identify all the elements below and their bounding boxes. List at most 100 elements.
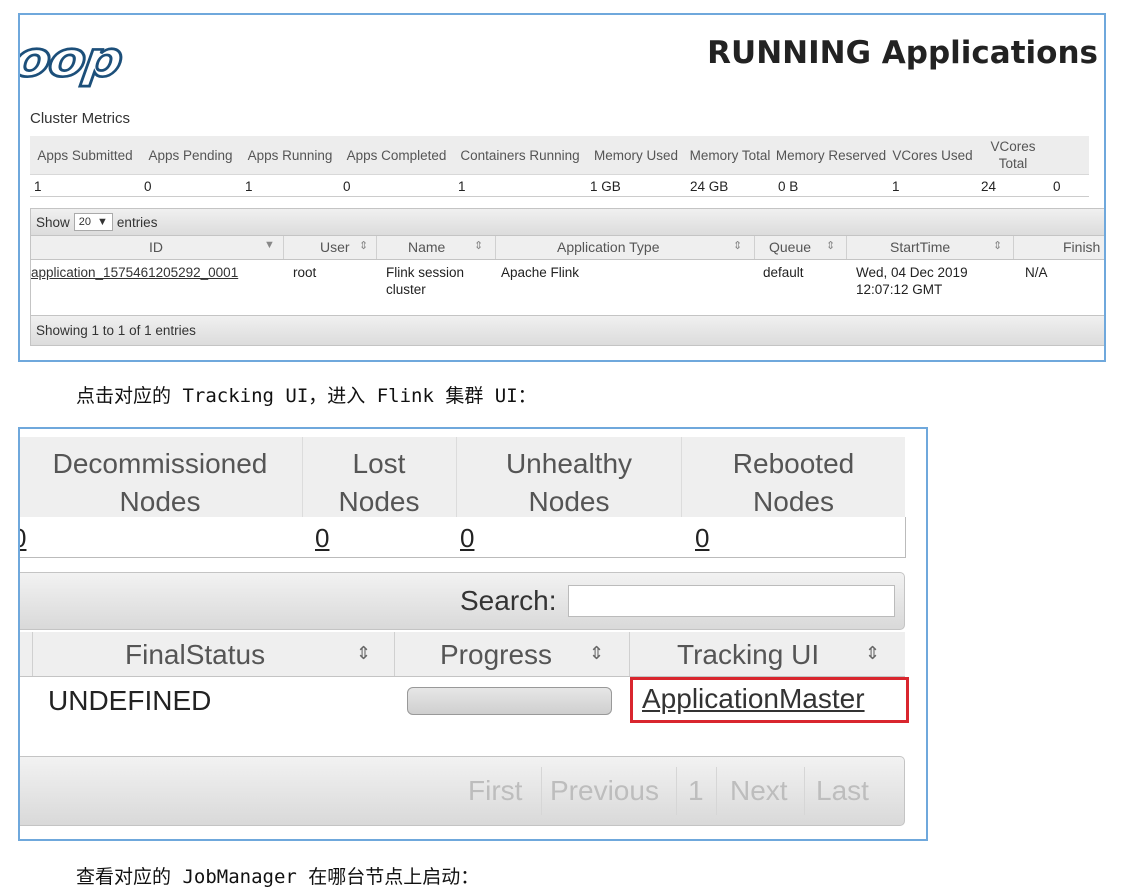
queue-cell: default: [763, 265, 804, 280]
cluster-metrics-heading: Cluster Metrics: [30, 110, 131, 127]
lost-nodes-header: Lost Nodes: [303, 445, 455, 521]
column-divider: [1013, 236, 1014, 259]
sort-icon: ⇕: [356, 643, 372, 663]
node-metrics-header: Decommissioned Nodes Lost Nodes Unhealth…: [20, 437, 905, 517]
col-queue[interactable]: Queue: [769, 239, 811, 255]
col-id[interactable]: ID: [149, 239, 163, 255]
yarn-tracking-ui-screenshot: Decommissioned Nodes Lost Nodes Unhealth…: [18, 427, 928, 841]
metrics-col-containers-running: Containers Running: [454, 136, 586, 175]
search-label: Search:: [460, 585, 557, 616]
metrics-col-apps-running: Apps Running: [241, 136, 339, 175]
header-line: Nodes: [338, 486, 420, 517]
applications-header-row: ID ▼ User ⇕ Name ⇕ Application Type ⇕ Qu…: [31, 236, 1104, 260]
table-info-bar: Showing 1 to 1 of 1 entries: [31, 315, 1104, 345]
decommissioned-nodes-link[interactable]: 0: [20, 523, 26, 554]
metrics-value: 24 GB: [686, 174, 774, 197]
application-master-link[interactable]: ApplicationMaster: [642, 683, 865, 715]
metrics-value: 0: [140, 174, 241, 197]
yarn-running-apps-screenshot: oop RUNNING Applications Cluster Metrics…: [18, 13, 1106, 362]
column-divider: [32, 632, 33, 676]
cluster-metrics-table: Apps Submitted Apps Pending Apps Running…: [30, 136, 1089, 197]
metrics-value: 24: [977, 174, 1049, 197]
sort-icon: ⇕: [589, 643, 605, 663]
sort-desc-icon: ▼: [264, 239, 275, 251]
header-line: Nodes: [753, 486, 834, 517]
header-line: Nodes: [119, 486, 201, 517]
decommissioned-nodes-header: Decommissioned Nodes: [20, 445, 300, 521]
table-row: UNDEFINED ApplicationMaster: [20, 677, 909, 757]
sort-icon: ⇕: [733, 240, 743, 252]
pager-divider: [676, 767, 677, 815]
page-title: RUNNING Applications: [707, 35, 1098, 71]
sort-icon: ⇕: [359, 240, 369, 252]
rebooted-nodes-header: Rebooted Nodes: [682, 445, 905, 521]
pager-page-1-button[interactable]: 1: [688, 775, 704, 807]
start-time-cell: Wed, 04 Dec 2019 12:07:12 GMT: [856, 265, 968, 297]
metrics-value: 1: [454, 174, 586, 197]
pager-divider: [716, 767, 717, 815]
rebooted-nodes-link[interactable]: 0: [695, 523, 709, 554]
pagination-bar: First Previous 1 Next Last: [20, 756, 905, 826]
dropdown-arrow-icon: ▼: [97, 216, 108, 228]
entries-per-page-value: 20: [78, 216, 92, 228]
sort-icon: ⇕: [474, 240, 484, 252]
metrics-value: 0: [1049, 174, 1089, 197]
application-type-cell: Apache Flink: [501, 265, 580, 280]
metrics-col-apps-pending: Apps Pending: [140, 136, 241, 175]
column-divider: [376, 236, 377, 259]
metrics-col-vcores-total: VCores Total: [977, 136, 1049, 175]
column-divider: [495, 236, 496, 259]
metrics-value: 1: [241, 174, 339, 197]
metrics-value: 1: [30, 174, 140, 197]
col-tracking-ui[interactable]: Tracking UI: [677, 639, 819, 671]
applications-table-panel: Show 20 ▼ entries ID ▼ User ⇕ Name ⇕ App…: [30, 208, 1104, 346]
metrics-col-apps-submitted: Apps Submitted: [30, 136, 140, 175]
unhealthy-nodes-link[interactable]: 0: [460, 523, 474, 554]
app-id-link[interactable]: application_1575461205292_0001: [31, 265, 238, 280]
entries-per-page-select[interactable]: 20 ▼: [73, 213, 113, 231]
col-start-time[interactable]: StartTime: [890, 239, 950, 255]
showing-entries-text: Showing 1 to 1 of 1 entries: [36, 323, 196, 338]
column-divider: [283, 236, 284, 259]
pager-previous-button[interactable]: Previous: [550, 775, 659, 807]
sort-icon: ⇕: [993, 240, 1003, 252]
col-progress[interactable]: Progress: [440, 639, 552, 671]
column-divider: [754, 236, 755, 259]
column-divider: [629, 632, 630, 676]
metrics-value: 0: [339, 174, 454, 197]
column-divider: [394, 632, 395, 676]
header-line: Rebooted: [732, 448, 855, 479]
entries-label: entries: [116, 214, 158, 230]
sort-icon: ⇕: [865, 643, 881, 663]
metrics-col-extra: [1049, 136, 1089, 175]
pager-divider: [804, 767, 805, 815]
header-line: Nodes: [528, 486, 610, 517]
col-finish-time[interactable]: Finish: [1063, 239, 1100, 255]
metrics-value-row: 1 0 1 0 1 1 GB 24 GB 0 B 1 24 0: [30, 174, 1089, 197]
metrics-col-memory-total: Memory Total: [686, 136, 774, 175]
progress-bar: [407, 687, 612, 715]
app-id-cell: application_1575461205292_0001: [31, 264, 238, 281]
col-application-type[interactable]: Application Type: [557, 239, 659, 255]
header-line: Lost: [352, 448, 406, 479]
show-label: Show: [36, 214, 70, 230]
lost-nodes-link[interactable]: 0: [315, 523, 329, 554]
applications-header-row: FinalStatus ⇕ Progress ⇕ Tracking UI ⇕: [20, 632, 905, 677]
metrics-header-row: Apps Submitted Apps Pending Apps Running…: [30, 136, 1089, 175]
metrics-col-memory-used: Memory Used: [586, 136, 686, 175]
pager-divider: [541, 767, 542, 815]
pager-last-button[interactable]: Last: [816, 775, 869, 807]
final-status-cell: UNDEFINED: [48, 685, 212, 716]
sort-icon: ⇕: [826, 240, 836, 252]
pager-next-button[interactable]: Next: [730, 775, 788, 807]
pager-first-button[interactable]: First: [468, 775, 522, 807]
search-input[interactable]: [568, 585, 895, 617]
header-line: Unhealthy: [505, 448, 633, 479]
metrics-value: 0 B: [774, 174, 888, 197]
node-metrics-values: 0 0 0 0: [20, 517, 906, 558]
column-divider: [846, 236, 847, 259]
col-user[interactable]: User: [320, 239, 350, 255]
col-final-status[interactable]: FinalStatus: [125, 639, 265, 671]
col-name[interactable]: Name: [408, 239, 445, 255]
hadoop-logo: oop: [18, 29, 126, 89]
